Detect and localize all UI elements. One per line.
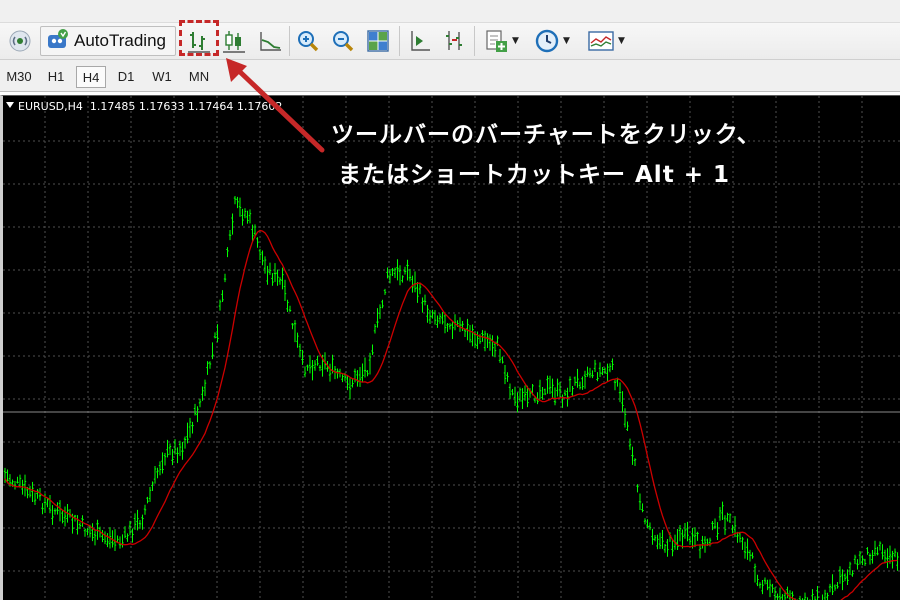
annotation-line-1: ツールバーのバーチャートをクリック、 (331, 122, 761, 148)
annotation-line-2: またはショートカットキー Alt + 1 (338, 162, 730, 188)
annotation-arrow (226, 58, 325, 153)
